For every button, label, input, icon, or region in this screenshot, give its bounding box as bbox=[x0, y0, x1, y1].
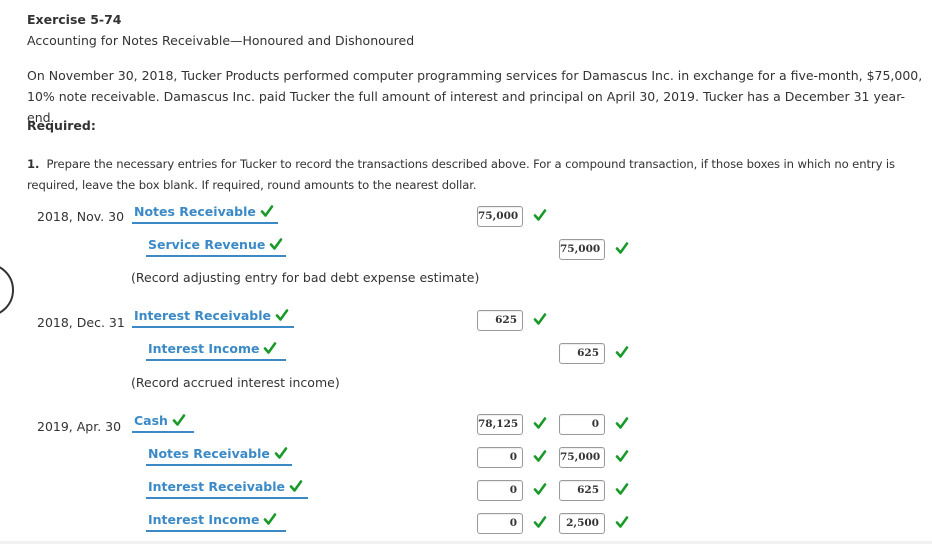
question-instructions: 1. Prepare the necessary entries for Tuc… bbox=[27, 154, 922, 196]
required-heading: Required: bbox=[27, 118, 96, 133]
account-field[interactable]: Notes Receivable bbox=[132, 204, 278, 224]
account-name: Interest Income bbox=[148, 341, 260, 356]
entry-date: 2018, Dec. 31 bbox=[37, 315, 125, 330]
credit-amount-input[interactable]: 75,000 bbox=[559, 239, 605, 260]
checkmark-icon bbox=[172, 413, 186, 427]
checkmark-icon bbox=[274, 446, 288, 460]
entry-note: (Record adjusting entry for bad debt exp… bbox=[131, 270, 480, 285]
account-field[interactable]: Interest Income bbox=[146, 512, 286, 532]
exercise-subtitle: Accounting for Notes Receivable—Honoured… bbox=[27, 33, 415, 48]
debit-amount-input[interactable]: 0 bbox=[477, 447, 523, 468]
credit-amount-input[interactable]: 625 bbox=[559, 480, 605, 501]
account-name: Service Revenue bbox=[148, 237, 266, 252]
checkmark-icon bbox=[533, 312, 547, 326]
account-name: Interest Receivable bbox=[134, 308, 271, 323]
debit-amount-input[interactable]: 0 bbox=[477, 513, 523, 534]
account-field[interactable]: Notes Receivable bbox=[146, 446, 292, 466]
entry-note: (Record accrued interest income) bbox=[131, 375, 340, 390]
credit-amount-input[interactable]: 75,000 bbox=[559, 447, 605, 468]
debit-amount-input[interactable]: 625 bbox=[477, 310, 523, 331]
account-field[interactable]: Interest Receivable bbox=[146, 479, 308, 499]
account-name: Notes Receivable bbox=[134, 204, 256, 219]
account-field[interactable]: Service Revenue bbox=[146, 237, 286, 257]
checkmark-icon bbox=[615, 241, 629, 255]
checkmark-icon bbox=[533, 416, 547, 430]
question-text: Prepare the necessary entries for Tucker… bbox=[27, 157, 895, 192]
entry-date: 2018, Nov. 30 bbox=[37, 209, 125, 224]
checkmark-icon bbox=[533, 482, 547, 496]
checkmark-icon bbox=[615, 345, 629, 359]
exercise-title: Exercise 5-74 bbox=[27, 12, 122, 27]
debit-amount-input[interactable]: 0 bbox=[477, 480, 523, 501]
account-field[interactable]: Interest Receivable bbox=[132, 308, 294, 328]
question-number: 1. bbox=[27, 157, 40, 171]
checkmark-icon bbox=[289, 479, 303, 493]
checkmark-icon bbox=[533, 449, 547, 463]
radio-circle-icon[interactable] bbox=[0, 263, 14, 317]
checkmark-icon bbox=[263, 512, 277, 526]
checkmark-icon bbox=[615, 482, 629, 496]
account-name: Notes Receivable bbox=[148, 446, 270, 461]
entry-date: 2019, Apr. 30 bbox=[37, 419, 122, 434]
debit-amount-input[interactable]: 75,000 bbox=[477, 206, 523, 227]
checkmark-icon bbox=[269, 237, 283, 251]
credit-amount-input[interactable]: 2,500 bbox=[559, 513, 605, 534]
checkmark-icon bbox=[615, 416, 629, 430]
checkmark-icon bbox=[533, 208, 547, 222]
checkmark-icon bbox=[533, 515, 547, 529]
account-field[interactable]: Cash bbox=[132, 413, 194, 433]
checkmark-icon bbox=[615, 515, 629, 529]
credit-amount-input[interactable]: 0 bbox=[559, 414, 605, 435]
account-field[interactable]: Interest Income bbox=[146, 341, 286, 361]
problem-description: On November 30, 2018, Tucker Products pe… bbox=[27, 68, 923, 125]
checkmark-icon bbox=[263, 341, 277, 355]
checkmark-icon bbox=[260, 204, 274, 218]
checkmark-icon bbox=[615, 449, 629, 463]
checkmark-icon bbox=[275, 308, 289, 322]
account-name: Interest Income bbox=[148, 512, 260, 527]
credit-amount-input[interactable]: 625 bbox=[559, 343, 605, 364]
account-name: Interest Receivable bbox=[148, 479, 285, 494]
account-name: Cash bbox=[134, 413, 168, 428]
debit-amount-input[interactable]: 78,125 bbox=[477, 414, 523, 435]
